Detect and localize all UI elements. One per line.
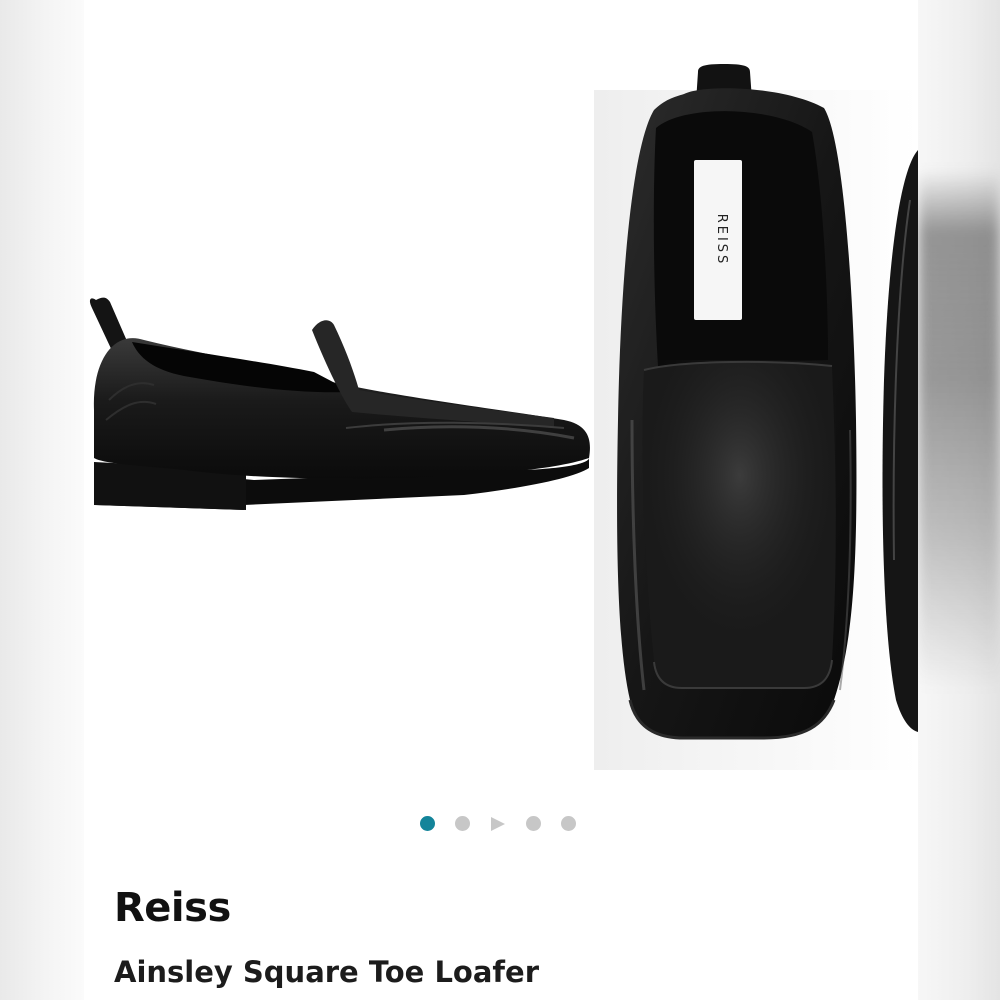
product-title: Ainsley Square Toe Loafer	[114, 955, 540, 989]
carousel-dot-4[interactable]	[526, 816, 541, 831]
right-blurred-shoe	[918, 170, 1000, 690]
brand-label-text: REISS	[714, 214, 729, 267]
loafer-photo: REISS	[89, 64, 918, 770]
carousel-indicator	[420, 816, 596, 831]
carousel-dot-5[interactable]	[561, 816, 576, 831]
carousel-dot-2[interactable]	[455, 816, 470, 831]
product-image-carousel[interactable]: REISS	[84, 0, 918, 800]
left-blurred-edge	[0, 0, 84, 1000]
carousel-dot-1[interactable]	[420, 816, 435, 831]
top-view-loafer: REISS	[617, 64, 857, 740]
carousel-video-play-icon[interactable]	[491, 816, 505, 831]
side-view-loafer	[89, 297, 590, 510]
right-blurred-edge	[918, 0, 1000, 1000]
product-page: REISS Reiss Ainsley Square Toe Loafer	[0, 0, 1000, 1000]
product-brand[interactable]: Reiss	[114, 885, 231, 931]
